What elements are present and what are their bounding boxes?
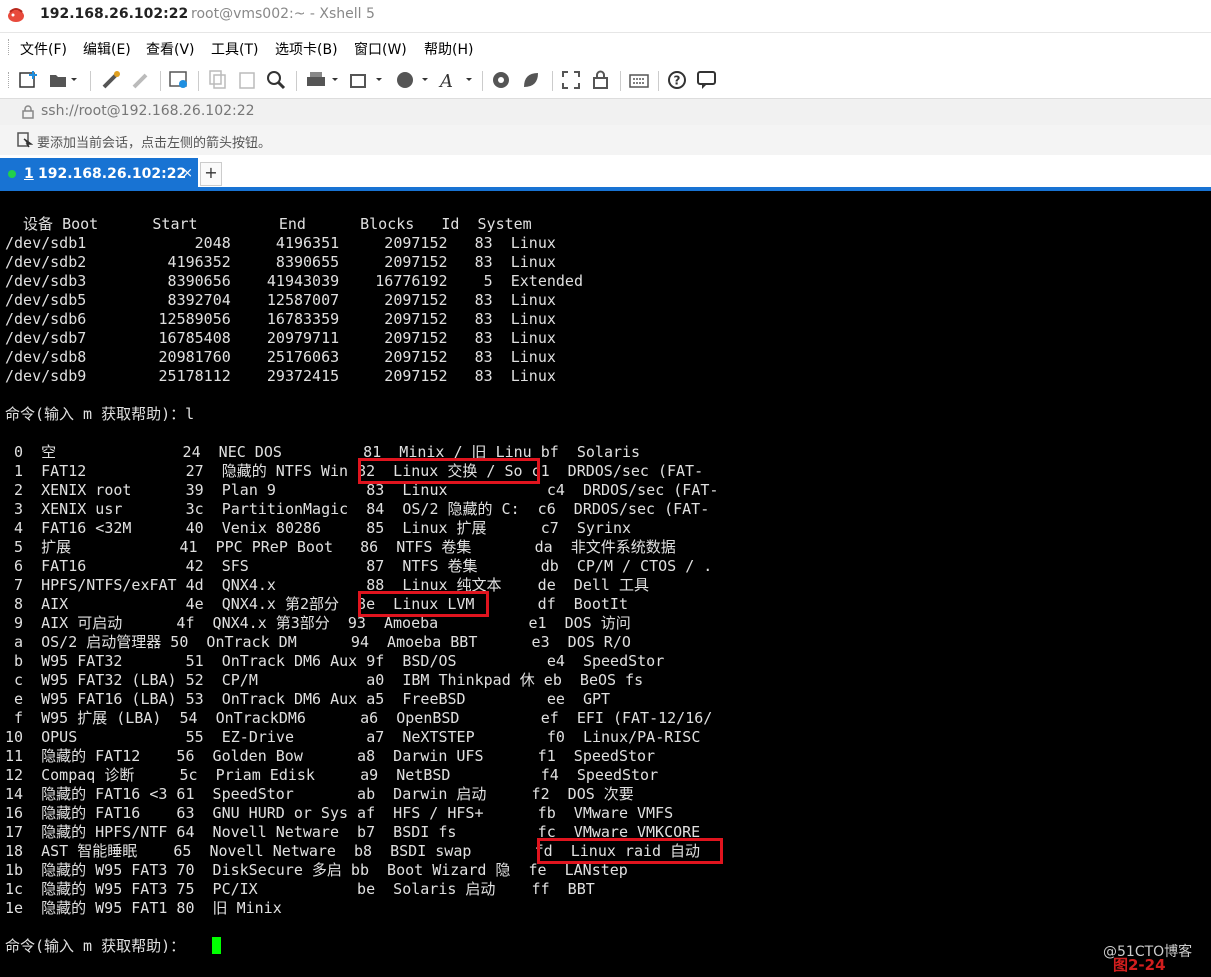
properties-icon[interactable] (168, 69, 192, 91)
add-session-arrow-icon[interactable] (17, 132, 33, 148)
lock-icon[interactable] (590, 69, 614, 91)
highlight-box-8e (358, 591, 489, 617)
terminal-line: 0 空 24 NEC DOS 81 Minix / 旧 Linu bf Sola… (5, 443, 641, 461)
transfer-icon[interactable] (348, 69, 384, 91)
toolbar-separator (160, 71, 161, 91)
menu-help[interactable]: 帮助(H) (424, 39, 473, 59)
highlight-box-82 (358, 458, 540, 484)
terminal-line: 3 XENIX usr 3c PartitionMagic 84 OS/2 隐藏… (5, 500, 710, 518)
terminal-line: a OS/2 启动管理器 50 OnTrack DM 94 Amoeba BBT… (5, 633, 631, 651)
help-icon[interactable]: ? (666, 69, 690, 91)
new-tab-button[interactable]: + (200, 162, 222, 186)
title-bar: 192.168.26.102:22 root@vms002:~ - Xshell… (0, 0, 1211, 32)
lock-icon (22, 105, 34, 119)
terminal-line: 1b 隐藏的 W95 FAT3 70 DiskSecure 多启 bb Boot… (5, 861, 628, 879)
session-hint-bar: 要添加当前会话，点击左侧的箭头按钮。 (0, 125, 1211, 155)
xshell-logo-icon (8, 8, 24, 22)
menu-tools[interactable]: 工具(T) (211, 39, 258, 59)
terminal-line: 命令(输入 m 获取帮助)：l (5, 405, 195, 423)
terminal-line: /dev/sdb2 4196352 8390655 2097152 83 Lin… (5, 253, 556, 271)
toolbar-separator (552, 71, 553, 91)
toolbar-separator (482, 71, 483, 91)
font-icon[interactable]: A (438, 69, 474, 91)
find-icon[interactable] (264, 69, 290, 91)
terminal-line: 14 隐藏的 FAT16 <3 61 SpeedStor ab Darwin 启… (5, 785, 634, 803)
disconnect-icon[interactable] (130, 69, 154, 91)
terminal-line: e W95 FAT16 (LBA) 53 OnTrack DM6 Aux a5 … (5, 690, 611, 708)
tab-session-1[interactable]: 1 192.168.26.102:22 × (0, 158, 198, 188)
menu-window[interactable]: 窗口(W) (354, 39, 407, 59)
toolbar-separator (658, 71, 659, 91)
svg-text:?: ? (674, 74, 681, 88)
terminal-line: /dev/sdb8 20981760 25176063 2097152 83 L… (5, 348, 556, 366)
tab-close-icon[interactable]: × (182, 166, 193, 181)
terminal-line: 1c 隐藏的 W95 FAT3 75 PC/IX be Solaris 启动 f… (5, 880, 595, 898)
terminal-line: 9 AIX 可启动 4f QNX4.x 第3部分 93 Amoeba e1 DO… (5, 614, 631, 632)
terminal-output[interactable]: 命令(输入 m 获取帮助)： 1e 隐藏的 W95 FAT1 80 旧 Minix… (0, 191, 1211, 977)
terminal-line: /dev/sdb1 2048 4196351 2097152 83 Linux (5, 234, 556, 252)
toolbar-separator (198, 71, 199, 91)
xshell-script-icon[interactable] (520, 69, 546, 91)
figure-label: 图2-24 (1113, 956, 1166, 974)
terminal-line: 1 FAT12 27 隐藏的 NTFS Win 82 Linux 交换 / So… (5, 462, 704, 480)
reconnect-icon[interactable] (100, 69, 124, 91)
terminal-line: 1e 隐藏的 W95 FAT1 80 旧 Minix (5, 899, 282, 917)
print-icon[interactable] (304, 69, 340, 91)
new-session-icon[interactable] (18, 69, 40, 91)
xftp-icon[interactable] (490, 69, 516, 91)
menu-tabs[interactable]: 选项卡(B) (275, 39, 338, 59)
fullscreen-icon[interactable] (560, 69, 584, 91)
terminal-line: /dev/sdb7 16785408 20979711 2097152 83 L… (5, 329, 556, 347)
copy-icon[interactable] (206, 69, 230, 91)
toolbar-separator (296, 71, 297, 91)
highlight-box-fd (537, 838, 723, 864)
toolbar-separator (90, 71, 91, 91)
paste-icon[interactable] (236, 69, 260, 91)
window-title-host: 192.168.26.102:22 (40, 6, 189, 22)
terminal-line: 6 FAT16 42 SFS 87 NTFS 卷集 db CP/M / CTOS… (5, 557, 713, 575)
keyboard-icon[interactable] (628, 69, 652, 91)
chat-icon[interactable] (696, 69, 720, 91)
menu-view[interactable]: 查看(V) (146, 39, 195, 59)
terminal-cursor (212, 937, 221, 954)
terminal-line: 命令(输入 m 获取帮助)： (5, 937, 186, 955)
terminal-line: /dev/sdb5 8392704 12587007 2097152 83 Li… (5, 291, 556, 309)
window-title: root@vms002:~ - Xshell 5 (191, 6, 375, 22)
terminal-line: c W95 FAT32 (LBA) 52 CP/M a0 IBM Thinkpa… (5, 671, 644, 689)
globe-icon[interactable] (394, 69, 430, 91)
terminal-line: 16 隐藏的 FAT16 63 GNU HURD or Sys af HFS /… (5, 804, 674, 822)
terminal-line: 11 隐藏的 FAT12 56 Golden Bow a8 Darwin UFS… (5, 747, 656, 765)
address-url[interactable]: ssh://root@192.168.26.102:22 (41, 103, 255, 119)
terminal-line: /dev/sdb9 25178112 29372415 2097152 83 L… (5, 367, 556, 385)
terminal-line: 设备 Boot Start End Blocks Id System (5, 215, 532, 233)
menu-grip (8, 39, 12, 55)
terminal-line: /dev/sdb6 12589056 16783359 2097152 83 L… (5, 310, 556, 328)
connected-status-icon (8, 170, 16, 178)
terminal-line: f W95 扩展 (LBA) 54 OnTrackDM6 a6 OpenBSD … (5, 709, 713, 727)
tab-bar: 1 192.168.26.102:22 × + (0, 156, 1211, 188)
session-hint-text: 要添加当前会话，点击左侧的箭头按钮。 (37, 136, 272, 151)
open-folder-icon[interactable] (48, 69, 78, 91)
tab-label: 192.168.26.102:22 (38, 166, 187, 182)
terminal-line: 5 扩展 41 PPC PReP Boot 86 NTFS 卷集 da 非文件系… (5, 538, 676, 556)
toolbar-separator (620, 71, 621, 91)
terminal-line: 10 OPUS 55 EZ-Drive a7 NeXTSTEP f0 Linux… (5, 728, 701, 746)
terminal-line: 4 FAT16 <32M 40 Venix 80286 85 Linux 扩展 … (5, 519, 632, 537)
terminal-line: /dev/sdb3 8390656 41943039 16776192 5 Ex… (5, 272, 583, 290)
tab-number: 1 (24, 166, 34, 182)
terminal-line: b W95 FAT32 51 OnTrack DM6 Aux 9f BSD/OS… (5, 652, 665, 670)
toolbar-grip (8, 72, 12, 88)
menu-bar: 文件(F) 编辑(E) 查看(V) 工具(T) 选项卡(B) 窗口(W) 帮助(… (0, 32, 1211, 61)
terminal-line: 12 Compaq 诊断 5c Priam Edisk a9 NetBSD f4… (5, 766, 659, 784)
toolbar: A ? (0, 62, 1211, 98)
terminal-line: 7 HPFS/NTFS/exFAT 4d QNX4.x 88 Linux 纯文本… (5, 576, 649, 594)
terminal-line: 8 AIX 4e QNX4.x 第2部分 8e Linux LVM df Boo… (5, 595, 628, 613)
menu-file[interactable]: 文件(F) (20, 39, 67, 59)
address-bar[interactable]: ssh://root@192.168.26.102:22 (0, 98, 1211, 126)
menu-edit[interactable]: 编辑(E) (83, 39, 131, 59)
svg-text:A: A (438, 71, 453, 91)
